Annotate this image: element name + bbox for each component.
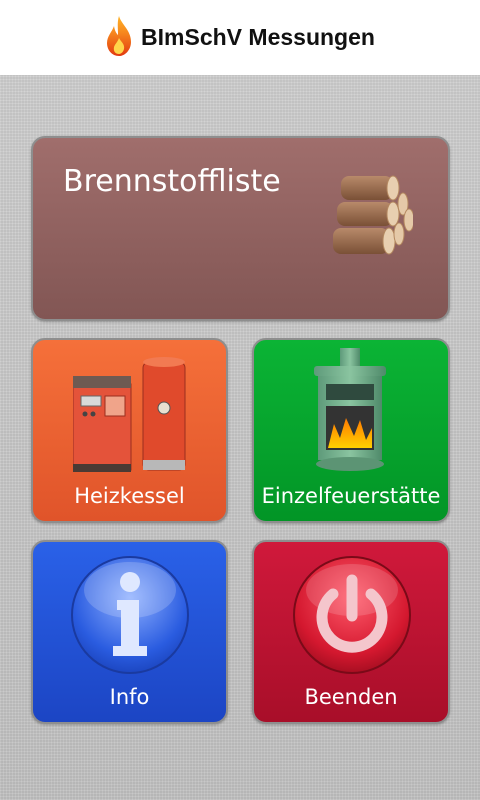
info-label: Info — [109, 685, 150, 709]
boiler-label: Heizkessel — [74, 484, 185, 508]
app-header: BImSchV Messungen — [0, 0, 480, 75]
fuel-list-tile[interactable]: Brennstoffliste — [31, 136, 450, 321]
stove-icon — [314, 348, 386, 471]
exit-tile[interactable]: Beenden — [252, 540, 450, 724]
boiler-tile[interactable]: Heizkessel — [31, 338, 228, 523]
app-title: BImSchV Messungen — [141, 24, 375, 50]
firewood-icon — [333, 175, 413, 255]
stove-label: Einzelfeuerstätte — [261, 484, 441, 508]
info-icon — [71, 556, 189, 674]
exit-label: Beenden — [304, 685, 398, 709]
flame-icon — [107, 15, 132, 56]
info-tile[interactable]: Info — [31, 540, 228, 724]
power-icon — [293, 556, 411, 674]
stove-tile[interactable]: Einzelfeuerstätte — [252, 338, 450, 523]
boiler-icon — [73, 357, 186, 472]
